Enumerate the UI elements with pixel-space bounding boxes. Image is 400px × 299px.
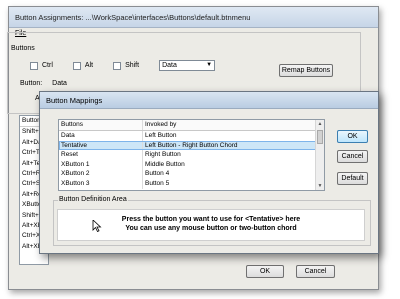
dialog-cancel-button[interactable]: Cancel <box>337 150 368 163</box>
table-body: Data Left Button Tentative Left Button - Ri… <box>59 131 324 189</box>
table-row[interactable]: XButton 1 Middle Button <box>59 159 324 170</box>
definition-prompt-line1: Press the button you want to use for <Te… <box>121 216 301 223</box>
table-row[interactable]: Reset Right Button <box>59 150 324 160</box>
ctrl-checkbox[interactable] <box>30 61 38 70</box>
table-row[interactable]: XButton 3 Button 5 <box>59 178 324 189</box>
dialog-default-button[interactable]: Default <box>337 172 368 185</box>
cell-button-name: Tentative <box>59 140 143 151</box>
dialog-ok-button[interactable]: OK <box>337 130 368 143</box>
scroll-up-icon[interactable]: ▲ <box>316 120 324 128</box>
table-row[interactable]: Tentative Left Button - Right Button Chor… <box>59 140 324 151</box>
ctrl-label: Ctrl <box>42 62 53 69</box>
cell-invoked-by: Button 5 <box>145 179 170 187</box>
cell-invoked-by: Left Button - Right Button Chord <box>145 141 238 149</box>
cell-button-name: XButton 3 <box>59 178 143 189</box>
cell-button-name: Data <box>59 131 143 141</box>
shift-checkbox-item[interactable]: Shift <box>113 61 140 70</box>
definition-prompt-line2: You can use any mouse button or two-butt… <box>125 225 297 232</box>
table-row[interactable]: XButton 2 Button 4 <box>59 169 324 179</box>
button-field-label: Button: <box>20 80 43 87</box>
alt-checkbox[interactable] <box>72 61 81 70</box>
buttons-group-label: Buttons <box>10 45 36 52</box>
modifier-row: Ctrl Alt Shift Data ▼ <box>30 60 216 71</box>
table-row[interactable]: Data Left Button <box>59 131 324 141</box>
cell-invoked-by: Left Button <box>145 132 177 139</box>
button-field-value: Data <box>52 80 67 87</box>
cell-invoked-by: Right Button <box>145 151 181 159</box>
button-mode-value: Data <box>162 62 177 69</box>
cell-invoked-by: Middle Button <box>145 160 185 168</box>
table-scrollbar[interactable]: ▲ ▼ <box>315 120 324 190</box>
remap-buttons-button[interactable]: Remap Buttons <box>279 64 333 77</box>
button-mappings-dialog: Button Mappings Buttons Invoked by Data L… <box>39 91 379 254</box>
column-header-invoked-by[interactable]: Invoked by <box>143 120 324 130</box>
cell-button-name: XButton 1 <box>59 159 143 170</box>
scroll-down-icon[interactable]: ▼ <box>316 182 324 190</box>
column-header-buttons[interactable]: Buttons <box>59 120 143 130</box>
scroll-thumb[interactable] <box>317 130 323 144</box>
mouse-cursor-icon <box>92 220 102 232</box>
button-definition-area[interactable]: Press the button you want to use for <Te… <box>57 209 365 241</box>
main-cancel-button[interactable]: Cancel <box>296 265 335 278</box>
mappings-table[interactable]: Buttons Invoked by Data Left Button Tentat… <box>58 119 325 191</box>
table-header: Buttons Invoked by <box>59 120 324 131</box>
ctrl-checkbox-item[interactable]: Ctrl <box>30 61 53 70</box>
main-ok-button[interactable]: OK <box>246 265 284 278</box>
alt-label: Alt <box>84 62 94 69</box>
button-mode-select[interactable]: Data ▼ <box>159 60 216 71</box>
cell-invoked-by: Button 4 <box>145 170 170 178</box>
chevron-down-icon[interactable]: ▼ <box>205 62 213 69</box>
dialog-title: Button Mappings <box>40 92 378 109</box>
alt-checkbox-item[interactable]: Alt <box>72 61 94 70</box>
window-title: Button Assignments: ...\WorkSpace\interf… <box>9 7 378 28</box>
cell-button-name: Reset <box>59 150 143 160</box>
shift-checkbox[interactable] <box>113 61 122 70</box>
cell-button-name: XButton 2 <box>59 169 143 179</box>
definition-area-label: Button Definition Area <box>58 196 128 203</box>
shift-label: Shift <box>125 62 140 69</box>
current-button-info: Button: Data <box>20 80 75 87</box>
